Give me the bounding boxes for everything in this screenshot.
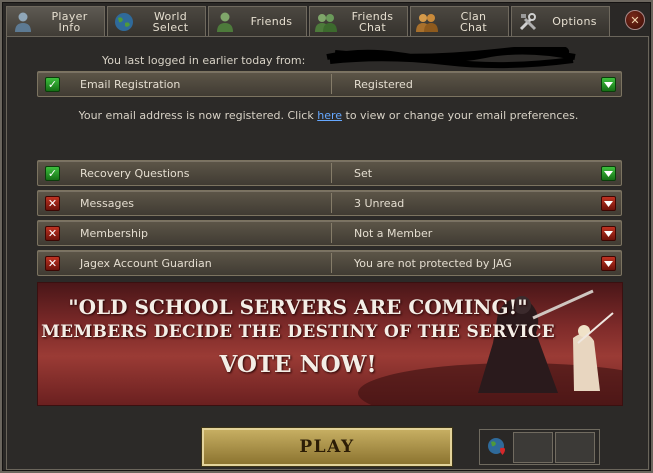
email-registration-row: ✓ Email Registration Registered <box>37 71 622 97</box>
player-icon <box>11 10 35 34</box>
membership-row: ✕ Membership Not a Member <box>37 220 622 246</box>
row-label: Membership <box>80 227 148 240</box>
friends-icon <box>213 10 237 34</box>
expand-toggle[interactable] <box>601 226 616 241</box>
chevron-down-icon <box>604 260 613 267</box>
recovery-questions-row: ✓ Recovery Questions Set <box>37 160 622 186</box>
last-login-text: You last logged in earlier today from: <box>102 54 306 67</box>
clan-chat-icon <box>415 10 439 34</box>
tab-player-info[interactable]: Player Info <box>6 6 105 36</box>
tab-world-select[interactable]: World Select <box>107 6 206 36</box>
email-info-text: to view or change your email preferences… <box>342 109 579 122</box>
email-preferences-link[interactable]: here <box>317 109 342 122</box>
row-label: Recovery Questions <box>80 167 190 180</box>
tab-label: Options <box>552 15 597 28</box>
expand-toggle[interactable] <box>601 77 616 92</box>
tab-label: Friends Chat <box>351 9 394 34</box>
chevron-down-icon <box>604 200 613 207</box>
tools-icon <box>516 10 540 34</box>
banner-headline: "OLD SCHOOL SERVERS ARE COMING!" <box>68 295 528 319</box>
expand-toggle[interactable] <box>601 166 616 181</box>
tab-label: Friends <box>250 15 293 28</box>
close-icon: ✕ <box>630 13 640 27</box>
row-divider <box>331 223 332 243</box>
row-label: Email Registration <box>80 78 181 91</box>
cross-icon: ✕ <box>45 256 60 271</box>
banner-subheadline: MEMBERS DECIDE THE DESTINY OF THE SERVIC… <box>41 322 555 342</box>
messages-row: ✕ Messages 3 Unread <box>37 190 622 216</box>
checkmark-icon: ✓ <box>45 166 60 181</box>
tab-friends[interactable]: Friends <box>208 6 307 36</box>
player-info-window: Player Info World Select Friends Friends… <box>0 0 653 473</box>
play-button[interactable]: PLAY <box>202 428 452 466</box>
row-value: Set <box>354 167 373 180</box>
tab-clan-chat[interactable]: Clan Chat <box>410 6 509 36</box>
player-info-panel: You last logged in earlier today from: ✓… <box>6 36 649 470</box>
slot-globe[interactable] <box>483 432 511 463</box>
row-divider <box>331 193 332 213</box>
checkmark-icon: ✓ <box>45 77 60 92</box>
chevron-down-icon <box>604 230 613 237</box>
cross-icon: ✕ <box>45 226 60 241</box>
cross-icon: ✕ <box>45 196 60 211</box>
row-divider <box>331 74 332 94</box>
row-value: Not a Member <box>354 227 433 240</box>
account-guardian-row: ✕ Jagex Account Guardian You are not pro… <box>37 250 622 276</box>
globe-heart-icon <box>488 438 505 455</box>
row-label: Messages <box>80 197 134 210</box>
expand-toggle[interactable] <box>601 196 616 211</box>
tab-label: World Select <box>152 9 189 34</box>
tab-label: Player Info <box>51 9 88 34</box>
banner-call-to-action: VOTE NOW! <box>219 351 377 378</box>
vote-banner[interactable]: "OLD SCHOOL SERVERS ARE COMING!" MEMBERS… <box>37 282 623 406</box>
row-value: 3 Unread <box>354 197 405 210</box>
globe-icon <box>112 10 136 34</box>
row-divider <box>331 163 332 183</box>
close-button[interactable]: ✕ <box>625 10 645 30</box>
row-value: Registered <box>354 78 413 91</box>
quick-slots <box>479 429 600 465</box>
empty-slot[interactable] <box>513 431 553 463</box>
row-value: You are not protected by JAG <box>354 257 512 270</box>
row-divider <box>331 253 332 273</box>
friends-chat-icon <box>314 10 338 34</box>
empty-slot[interactable] <box>555 431 595 463</box>
expand-toggle[interactable] <box>601 256 616 271</box>
tab-friends-chat[interactable]: Friends Chat <box>309 6 408 36</box>
tab-label: Clan Chat <box>460 9 487 34</box>
row-label: Jagex Account Guardian <box>80 257 212 270</box>
email-info-line: Your email address is now registered. Cl… <box>7 109 650 122</box>
email-info-text: Your email address is now registered. Cl… <box>78 109 318 122</box>
tab-options[interactable]: Options <box>511 6 610 36</box>
chevron-down-icon <box>604 170 613 177</box>
chevron-down-icon <box>604 81 613 88</box>
tab-bar: Player Info World Select Friends Friends… <box>6 6 620 36</box>
redaction-scribble <box>326 47 576 69</box>
